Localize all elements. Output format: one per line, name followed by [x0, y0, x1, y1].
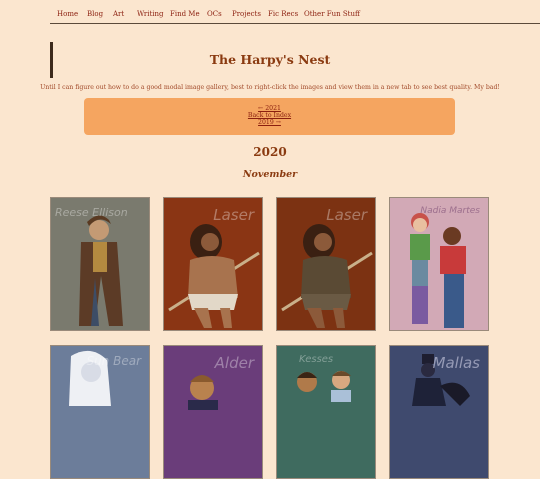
image-signature: Laser	[213, 206, 254, 224]
prev-year-link[interactable]: ← 2021	[84, 105, 455, 112]
gallery-image-sun-bear[interactable]: Sun Bear	[50, 345, 150, 479]
gallery-image-kesses[interactable]: Kesses	[276, 345, 376, 479]
art-figure	[277, 346, 375, 478]
nav-other-fun-stuff[interactable]: Other Fun Stuff	[304, 10, 360, 18]
back-to-index-link[interactable]: Back to Index	[84, 112, 455, 119]
image-signature: Mallas	[432, 354, 480, 372]
nav-home[interactable]: Home	[57, 10, 78, 18]
nav-blog[interactable]: Blog	[87, 10, 103, 18]
gallery-note: Until I can figure out how to do a good …	[40, 84, 500, 91]
nav-find-me[interactable]: Find Me	[170, 10, 200, 18]
year-heading: 2020	[253, 145, 287, 159]
year-pager: ← 2021 Back to Index 2019 →	[84, 98, 455, 135]
next-year-link[interactable]: 2019 →	[84, 119, 455, 126]
page-title: The Harpy's Nest	[209, 52, 331, 67]
image-signature: Kesses	[299, 354, 334, 365]
gallery-image-laser-1[interactable]: Laser	[163, 197, 263, 331]
month-heading: November	[242, 169, 298, 180]
image-signature: Sun Bear	[86, 354, 141, 368]
gallery-image-reese[interactable]: Reese Ellison	[50, 197, 150, 331]
image-signature: Reese Ellison	[55, 206, 128, 219]
gallery-image-laser-2[interactable]: Laser	[276, 197, 376, 331]
nav-fic-recs[interactable]: Fic Recs	[268, 10, 298, 18]
gallery-image-mallas[interactable]: Mallas	[389, 345, 489, 479]
top-nav: Home Blog Art Writing Find Me OCs Projec…	[50, 0, 540, 24]
nav-ocs[interactable]: OCs	[207, 10, 222, 18]
art-figure	[390, 198, 488, 330]
nav-art[interactable]: Art	[113, 10, 124, 18]
gallery-image-nadia-martes[interactable]: Nadia Martes	[389, 197, 489, 331]
nav-projects[interactable]: Projects	[232, 10, 261, 18]
image-signature: Nadia Martes	[420, 206, 480, 216]
image-signature: Laser	[326, 206, 367, 224]
nav-writing[interactable]: Writing	[137, 10, 164, 18]
image-signature: Alder	[214, 354, 254, 372]
gallery-image-alder[interactable]: Alder	[163, 345, 263, 479]
